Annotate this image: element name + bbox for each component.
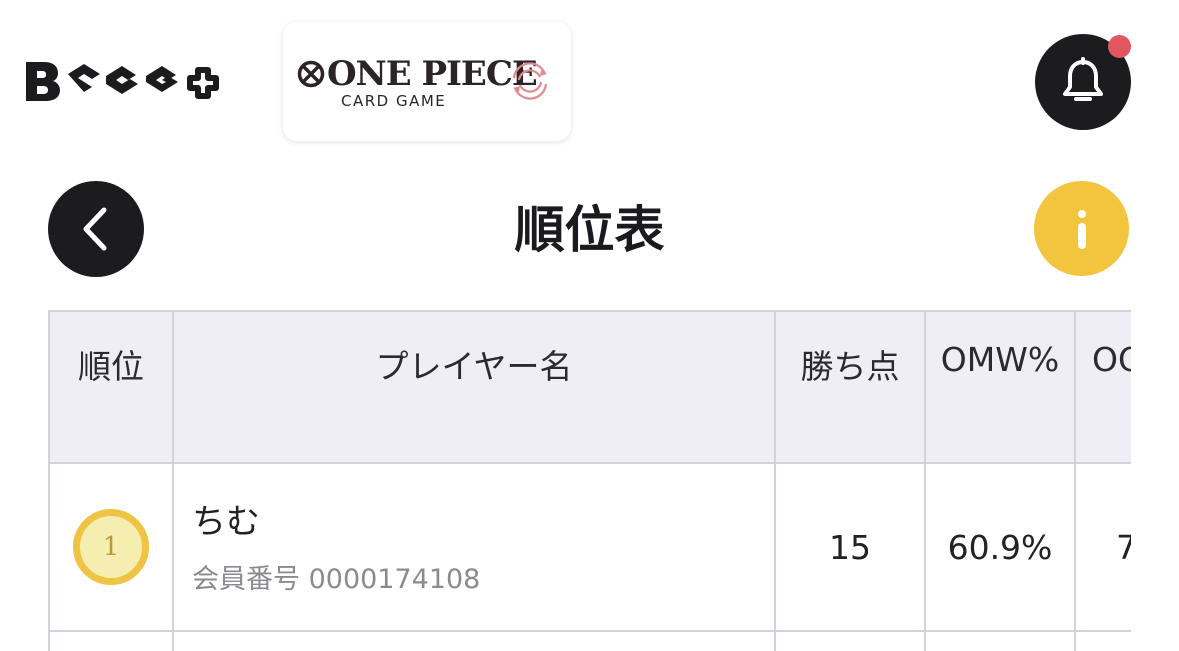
game-title: ONE PIECE (297, 54, 538, 94)
standings-table: 順位 プレイヤー名 勝ち点 OMW% OOW% 1 ちむ 会員番号 000017… (48, 310, 1131, 651)
table-row[interactable]: 1 ちむ 会員番号 0000174108 15 60.9% 7 (48, 462, 1131, 632)
player-name: ちむ (192, 502, 260, 542)
oow-cell: 7 (1074, 462, 1131, 632)
refresh-icon (512, 62, 548, 100)
header-omw: OMW% (924, 310, 1076, 464)
table-cell (172, 630, 776, 651)
rank-medal: 1 (73, 509, 149, 585)
header-player-name: プレイヤー名 (172, 310, 776, 464)
btcg-plus-logo[interactable] (24, 56, 236, 106)
table-cell (924, 630, 1076, 651)
info-button[interactable] (1034, 181, 1129, 276)
table-cell (774, 630, 926, 651)
crossed-circle-icon (297, 60, 325, 88)
table-cell (1074, 630, 1131, 651)
omw-cell: 60.9% (924, 462, 1076, 632)
notification-badge (1108, 35, 1131, 58)
table-row (48, 630, 1131, 651)
table-header-row: 順位 プレイヤー名 勝ち点 OMW% OOW% (48, 310, 1131, 464)
rank-cell: 1 (48, 462, 174, 632)
points-cell: 15 (774, 462, 926, 632)
member-number: 会員番号 0000174108 (192, 564, 481, 595)
game-subtitle: CARD GAME (341, 92, 447, 110)
header-oow: OOW% (1074, 310, 1131, 464)
info-icon (1077, 209, 1086, 249)
header-rank: 順位 (48, 310, 174, 464)
player-cell: ちむ 会員番号 0000174108 (172, 462, 776, 632)
game-logo-card[interactable]: ONE PIECE CARD GAME (283, 22, 571, 141)
standings-page: ONE PIECE CARD GAME 順位表 順位 プレイヤー名 勝ち点 OM… (0, 0, 1179, 651)
page-title: 順位表 (514, 201, 665, 259)
standings-table-scroll[interactable]: 順位 プレイヤー名 勝ち点 OMW% OOW% 1 ちむ 会員番号 000017… (48, 310, 1131, 651)
bell-icon (1063, 57, 1103, 101)
table-cell (48, 630, 174, 651)
header-points: 勝ち点 (774, 310, 926, 464)
